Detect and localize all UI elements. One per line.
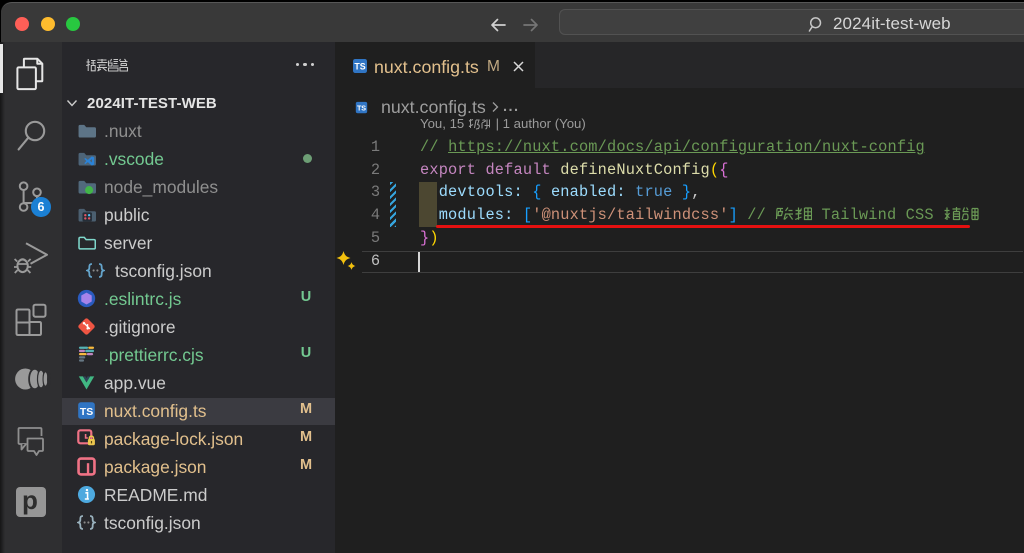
svg-text:TS: TS	[357, 104, 366, 112]
svg-text:TS: TS	[80, 407, 93, 418]
svg-text:TS: TS	[354, 62, 365, 72]
